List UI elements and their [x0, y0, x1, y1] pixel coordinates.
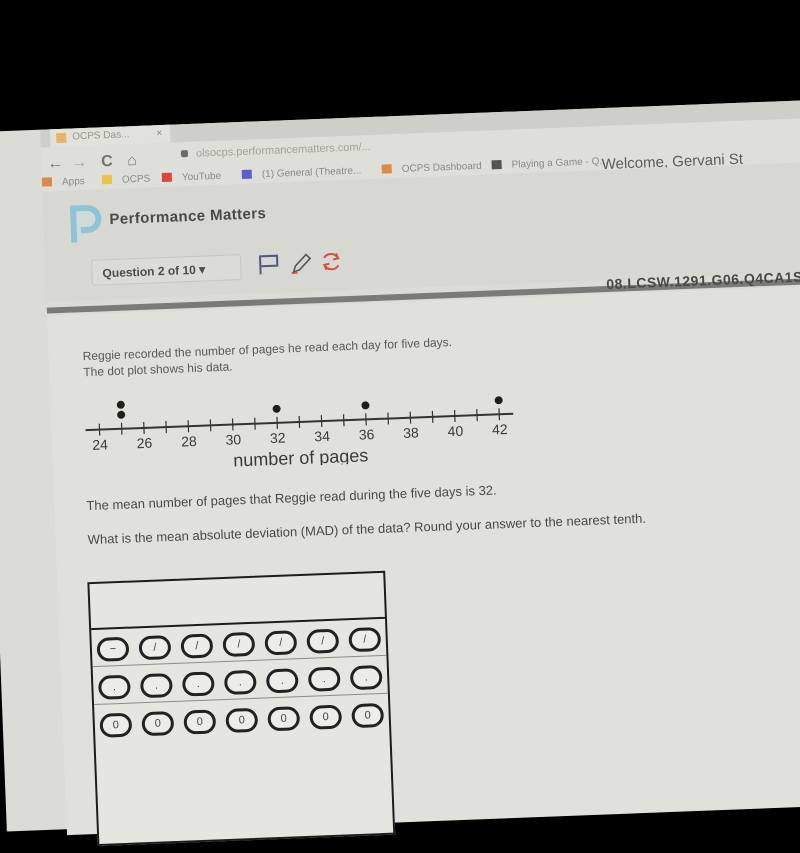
- bookmark-label: (1) General (Theatre...: [262, 165, 362, 180]
- answer-column: −. 0: [92, 629, 140, 850]
- answer-bubble[interactable]: 0: [141, 711, 174, 736]
- answer-column: /. 0: [344, 619, 392, 840]
- game-icon: [491, 160, 501, 169]
- close-tab-icon[interactable]: ×: [156, 125, 163, 143]
- answer-grid: −. 0 /. 0 /. 0 /. 0 /. 0 /. 0 /. 0: [87, 571, 395, 846]
- refresh-icon[interactable]: [319, 250, 344, 273]
- pencil-icon[interactable]: [289, 251, 314, 274]
- answer-bubble[interactable]: 0: [225, 708, 258, 733]
- answer-bubble[interactable]: .: [308, 667, 341, 692]
- youtube-icon: [162, 173, 172, 182]
- answer-bubble[interactable]: .: [350, 665, 383, 690]
- browser-window: OCPS Das... × ← → C ⌂ olsocps.performanc…: [0, 99, 800, 831]
- tick-label: 30: [225, 431, 241, 448]
- answer-bubble[interactable]: .: [266, 668, 299, 693]
- lock-icon: [181, 150, 188, 157]
- question-ask: What is the mean absolute deviation (MAD…: [87, 511, 646, 547]
- question-panel: Reggie recorded the number of pages he r…: [47, 285, 800, 835]
- data-dot: [117, 411, 125, 419]
- answer-bubble[interactable]: 0: [183, 709, 216, 734]
- answer-bubble[interactable]: /: [348, 627, 381, 652]
- performance-matters-logo-icon: [69, 203, 105, 244]
- answer-bubble[interactable]: 0: [267, 706, 300, 731]
- mean-statement: The mean number of pages that Reggie rea…: [86, 482, 497, 513]
- bookmark-playing-a-game-q[interactable]: Playing a Game - Q...: [491, 156, 607, 171]
- answer-bubble[interactable]: /: [306, 629, 339, 654]
- x-axis-label: number of pages: [233, 445, 369, 470]
- answer-bubble[interactable]: /: [264, 630, 297, 655]
- folder-icon: [102, 175, 112, 184]
- data-dot: [361, 401, 369, 409]
- tick-label: 36: [358, 426, 374, 443]
- answer-bubble[interactable]: −: [97, 637, 130, 662]
- bookmark-label: YouTube: [182, 171, 222, 184]
- bookmark-label: OCPS Dashboard: [402, 161, 482, 175]
- answer-bubble[interactable]: .: [224, 670, 257, 695]
- answer-column: /. 0: [260, 622, 308, 843]
- dashboard-icon: [382, 164, 392, 173]
- answer-bubble[interactable]: 0: [309, 705, 342, 730]
- tick-label: 38: [403, 424, 419, 441]
- teams-icon: [242, 170, 252, 179]
- data-dot: [117, 401, 125, 409]
- answer-bubble[interactable]: 0: [99, 713, 132, 738]
- answer-bubble[interactable]: /: [222, 632, 255, 657]
- answer-column: /. 0: [302, 620, 350, 841]
- bookmark-ocps[interactable]: OCPS: [102, 174, 151, 187]
- reload-icon[interactable]: C: [101, 153, 113, 171]
- bookmark-ocps-dashboard[interactable]: OCPS Dashboard: [382, 161, 482, 176]
- address-bar[interactable]: olsocps.performancematters.com/...: [181, 141, 371, 160]
- tab-title: OCPS Das...: [72, 129, 130, 142]
- bookmark-1-general-theatre[interactable]: (1) General (Theatre...: [242, 165, 362, 181]
- answer-bubble[interactable]: .: [140, 673, 173, 698]
- forward-icon[interactable]: →: [71, 154, 88, 173]
- dot-plot: 24 26 28 30 32 34 36 38 40 42 number of pages: [78, 362, 521, 475]
- bookmark-label: Playing a Game - Q...: [511, 156, 608, 171]
- answer-bubble[interactable]: /: [138, 635, 171, 660]
- tick-label: 26: [136, 435, 152, 452]
- answer-column: /. 0: [176, 625, 224, 846]
- brand-title: Performance Matters: [109, 205, 266, 228]
- tick-label: 32: [270, 429, 286, 446]
- data-dot: [495, 396, 503, 404]
- bookmark-label: Apps: [62, 176, 85, 188]
- tick-label: 34: [314, 428, 330, 445]
- tick-label: 42: [492, 421, 508, 438]
- tick-label: 24: [92, 436, 108, 453]
- bookmark-apps[interactable]: Apps: [42, 176, 85, 189]
- answer-column: /. 0: [134, 627, 182, 848]
- data-dot: [272, 405, 280, 413]
- bookmark-label: OCPS: [122, 174, 151, 186]
- answer-column: /. 0: [218, 624, 266, 845]
- bookmark-youtube[interactable]: YouTube: [162, 171, 222, 184]
- ocps-favicon-icon: [56, 133, 66, 143]
- tick-label: 40: [447, 423, 463, 440]
- tick-label: 28: [181, 433, 197, 450]
- question-selector[interactable]: Question 2 of 10 ▾: [91, 254, 242, 286]
- answer-bubble[interactable]: .: [98, 675, 131, 700]
- flag-icon[interactable]: [257, 253, 282, 276]
- back-icon[interactable]: ←: [47, 155, 64, 174]
- answer-bubble[interactable]: /: [180, 633, 213, 658]
- home-icon[interactable]: ⌂: [127, 152, 137, 170]
- apps-grid-icon: [42, 177, 52, 186]
- url-text: olsocps.performancematters.com/...: [196, 141, 371, 160]
- answer-bubble[interactable]: 0: [351, 703, 384, 728]
- answer-bubble[interactable]: .: [182, 671, 215, 696]
